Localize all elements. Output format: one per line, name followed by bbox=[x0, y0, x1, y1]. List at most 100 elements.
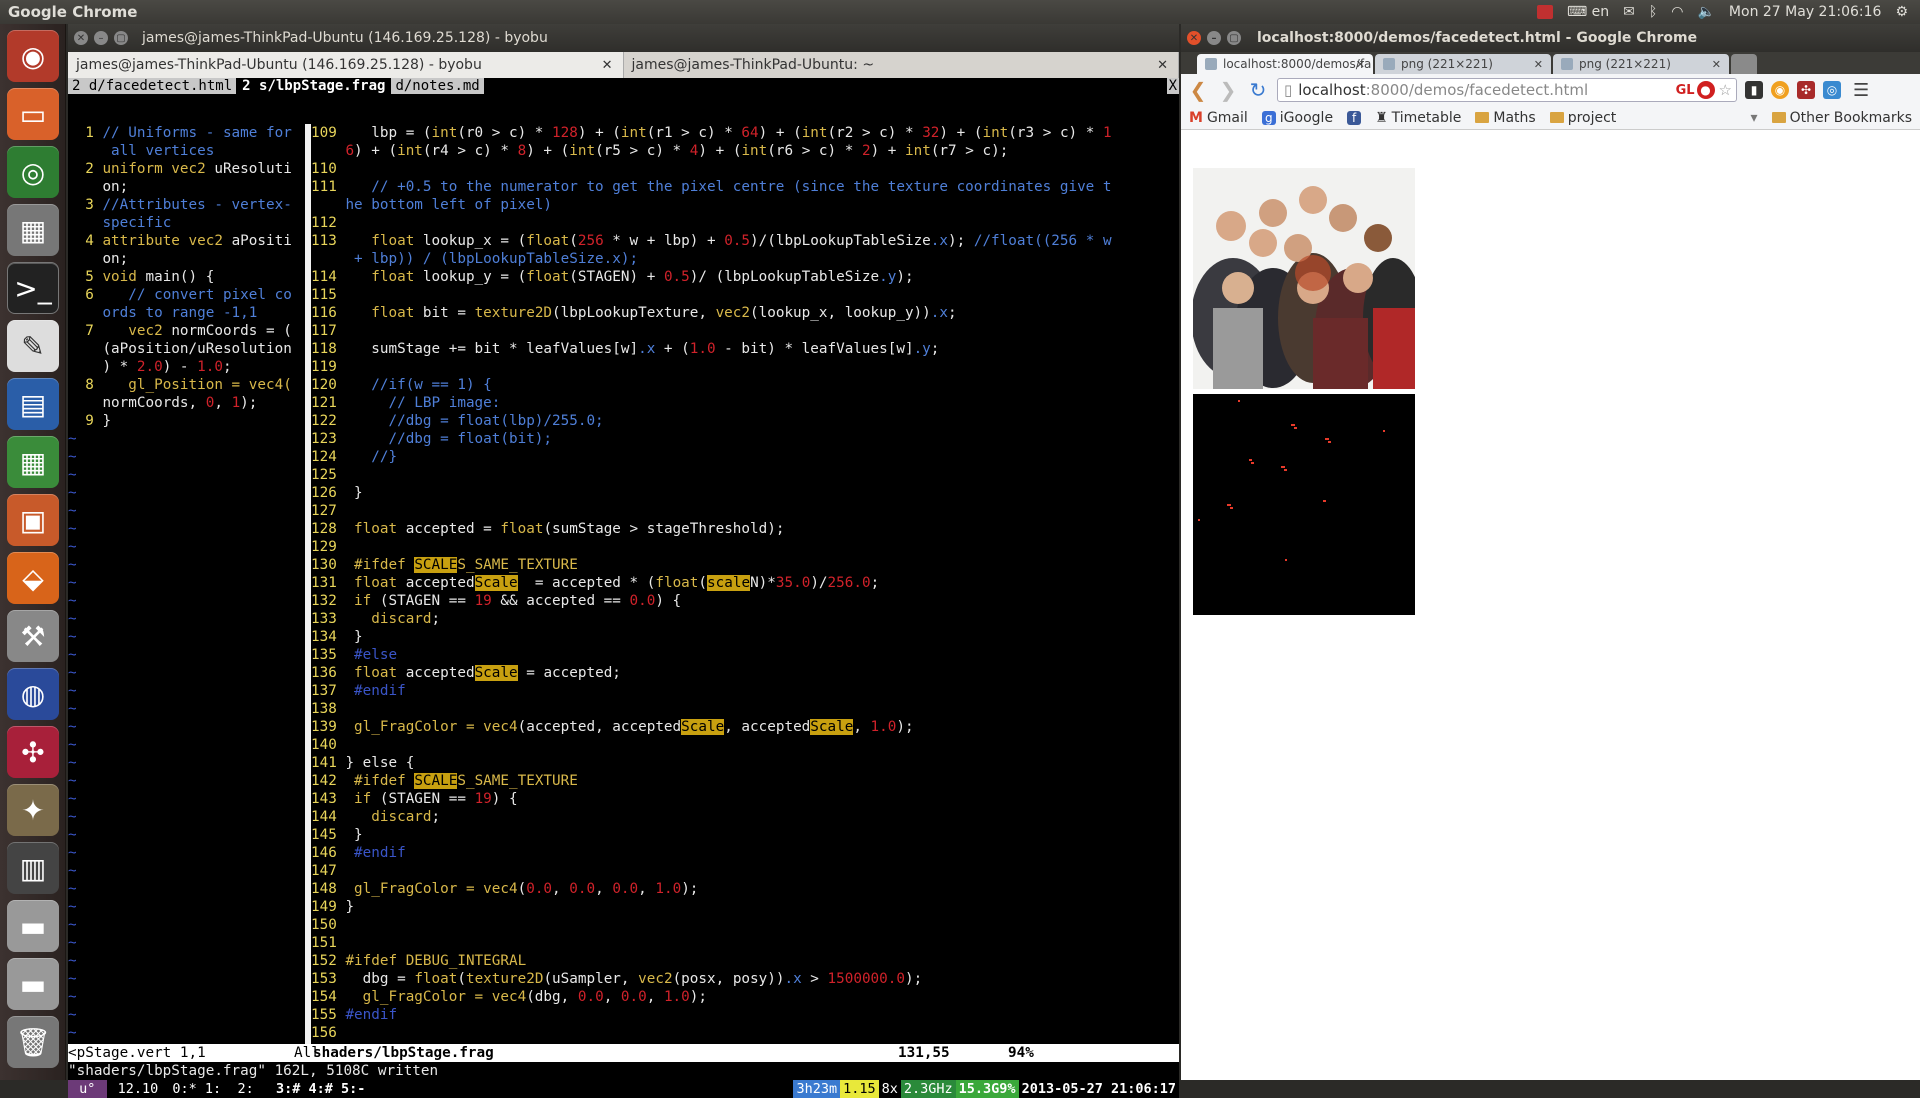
code-token: 8 bbox=[517, 143, 527, 159]
keyboard-layout: en bbox=[1591, 4, 1610, 20]
line-number: 156 bbox=[311, 1025, 346, 1041]
volume-icon[interactable]: 🔈 bbox=[1697, 4, 1714, 20]
gear-icon[interactable]: ⚙ bbox=[1895, 4, 1908, 20]
bookmark-facebook[interactable]: f bbox=[1347, 110, 1362, 125]
gl-badge[interactable]: GL bbox=[1676, 83, 1695, 98]
code-token: (r5 > c) * bbox=[595, 143, 690, 159]
trash-icon[interactable]: 🗑 bbox=[7, 1016, 59, 1068]
minimize-icon[interactable]: – bbox=[1207, 31, 1221, 45]
minimize-icon[interactable]: – bbox=[94, 31, 108, 45]
code-token: .y bbox=[879, 269, 897, 285]
line-number: 142 bbox=[311, 773, 346, 789]
close-tab-icon[interactable]: ✕ bbox=[1356, 58, 1365, 71]
forward-icon[interactable]: ❯ bbox=[1217, 78, 1239, 102]
maximize-icon[interactable]: ▢ bbox=[1227, 31, 1241, 45]
clock[interactable]: Mon 27 May 21:06:16 bbox=[1729, 4, 1882, 20]
drive-icon-2[interactable]: ▬ bbox=[7, 958, 59, 1010]
byobu-windows-2[interactable]: 3:# 4:# 5:- bbox=[273, 1080, 377, 1098]
chevron-down-icon[interactable]: ▾ bbox=[1751, 110, 1758, 126]
bluetooth-icon[interactable]: ᛒ bbox=[1649, 4, 1657, 20]
extension-icon[interactable]: ▮ bbox=[1745, 81, 1763, 99]
star-icon[interactable]: ☆ bbox=[1719, 81, 1732, 99]
code-token: 6 bbox=[345, 143, 355, 159]
code-token: #ifdef DEBUG_INTEGRAL bbox=[345, 953, 527, 969]
back-icon[interactable]: ❮ bbox=[1187, 78, 1209, 102]
line-number: 155 bbox=[311, 1007, 346, 1023]
rss-icon[interactable]: ◉ bbox=[1771, 81, 1789, 99]
gimp-icon[interactable]: ✦ bbox=[7, 784, 59, 836]
left_lines-line: 8 gl_Position = vec4( bbox=[68, 376, 305, 394]
extension-icon-2[interactable]: ◎ bbox=[1823, 81, 1841, 99]
line-number: 4 bbox=[68, 233, 103, 249]
maximize-icon[interactable]: ▢ bbox=[114, 31, 128, 45]
close-tab-icon[interactable]: ✕ bbox=[602, 58, 613, 73]
empty-line-tilde: ~ bbox=[68, 557, 77, 573]
bookmark-gmail[interactable]: M Gmail bbox=[1189, 110, 1248, 126]
new-tab-button[interactable] bbox=[1731, 54, 1757, 74]
terminal-tab-home[interactable]: james@james-ThinkPad-Ubuntu: ~ ✕ bbox=[624, 52, 1179, 78]
vim-tab-lbpstage[interactable]: 2 s/lbpStage.frag bbox=[238, 78, 390, 94]
menu-icon[interactable]: ☰ bbox=[1853, 80, 1869, 101]
line-number: 113 bbox=[311, 233, 346, 249]
other-bookmarks[interactable]: Other Bookmarks bbox=[1771, 109, 1920, 126]
terminal-tab-byobu[interactable]: james@james-ThinkPad-Ubuntu (146.169.25.… bbox=[68, 52, 624, 78]
bookmark-project[interactable]: project bbox=[1549, 110, 1616, 126]
close-tab-icon[interactable]: ✕ bbox=[1157, 58, 1168, 73]
software-center-icon[interactable]: ⬙ bbox=[7, 552, 59, 604]
mendeley-icon[interactable]: ✣ bbox=[7, 726, 59, 778]
bookmark-igoogle[interactable]: g iGoogle bbox=[1261, 110, 1333, 126]
keyboard-icon[interactable]: ⌨ en bbox=[1567, 4, 1609, 20]
code-token: (STAGEN) + bbox=[569, 269, 664, 285]
text-editor-icon[interactable]: ✎ bbox=[7, 320, 59, 372]
bookmark-label: Gmail bbox=[1206, 109, 1248, 126]
chrome-tab-png-2[interactable]: png (221×221) ✕ bbox=[1553, 54, 1729, 74]
calc-spreadsheet-icon[interactable]: ▦ bbox=[7, 436, 59, 488]
drive-icon[interactable]: ▬ bbox=[7, 900, 59, 952]
left_lines-line: 2 uniform vec2 uResoluti bbox=[68, 160, 305, 178]
bookmark-label: Other Bookmarks bbox=[1789, 109, 1912, 126]
close-icon[interactable]: ✕ bbox=[1187, 31, 1201, 45]
mendeley-ext-icon[interactable]: ✣ bbox=[1797, 81, 1815, 99]
bookmark-timetable[interactable]: ♜ Timetable bbox=[1375, 110, 1461, 126]
vim-tab-notes[interactable]: d/notes.md bbox=[391, 78, 484, 94]
code-token: accepted bbox=[405, 575, 475, 591]
close-tab-icon[interactable]: ✕ bbox=[1712, 58, 1721, 71]
chrome-icon[interactable]: ◎ bbox=[7, 146, 59, 198]
vim-tab-facedetect[interactable]: 2 d/facedetect.html bbox=[68, 78, 237, 94]
terminal-icon[interactable]: >_ bbox=[7, 262, 59, 314]
code-token: float bbox=[655, 575, 699, 591]
settings-icon[interactable]: ⚒ bbox=[7, 610, 59, 662]
writer-icon[interactable]: ▤ bbox=[7, 378, 59, 430]
gmail-icon: M bbox=[1189, 109, 1203, 126]
address-bar[interactable]: ▯ localhost:8000/demos/facedetect.html G… bbox=[1277, 78, 1737, 102]
vim-close-tab[interactable]: X bbox=[1166, 78, 1179, 94]
code-token: #else bbox=[345, 647, 398, 663]
dash-icon[interactable]: ◉ bbox=[7, 30, 59, 82]
close-tab-icon[interactable]: ✕ bbox=[1534, 58, 1543, 71]
empty-line-tilde: ~ bbox=[68, 899, 77, 915]
reload-icon[interactable]: ↻ bbox=[1247, 78, 1269, 102]
chrome-tab-facedetect[interactable]: localhost:8000/demos/fa ✕ bbox=[1197, 54, 1373, 74]
code-token: SCALE bbox=[414, 557, 458, 573]
workspace-switcher-icon[interactable]: ▥ bbox=[7, 842, 59, 894]
impress-icon[interactable]: ▣ bbox=[7, 494, 59, 546]
wifi-icon[interactable]: ◠ bbox=[1671, 4, 1683, 20]
line-number: 130 bbox=[311, 557, 346, 573]
code-token: int bbox=[982, 125, 1009, 141]
code-token: //} bbox=[345, 449, 398, 465]
right_lines-line: 116 float bit = texture2D(lbpLookupTextu… bbox=[311, 304, 1179, 322]
byobu-windows[interactable]: 0:* 1: 2: bbox=[169, 1080, 273, 1098]
vim-right-pane[interactable]: 109 lbp = (int(r0 > c) * 128) + (int(r1 … bbox=[311, 124, 1179, 1044]
files-icon[interactable]: ▭ bbox=[7, 88, 59, 140]
vim-left-pane[interactable]: 1 // Uniforms - same for all vertices 2 … bbox=[68, 124, 305, 1044]
detection-output[interactable] bbox=[1193, 394, 1415, 615]
mail-icon[interactable]: ✉ bbox=[1623, 4, 1635, 20]
group-photo[interactable] bbox=[1193, 168, 1415, 389]
bookmark-maths[interactable]: Maths bbox=[1475, 110, 1536, 126]
indicator-icon[interactable] bbox=[1536, 5, 1553, 19]
adblock-icon[interactable]: ● bbox=[1696, 81, 1715, 99]
chrome-tab-png-1[interactable]: png (221×221) ✕ bbox=[1375, 54, 1551, 74]
calculator-icon[interactable]: ▦ bbox=[7, 204, 59, 256]
close-icon[interactable]: ✕ bbox=[74, 31, 88, 45]
firefox-icon[interactable]: ◍ bbox=[7, 668, 59, 720]
